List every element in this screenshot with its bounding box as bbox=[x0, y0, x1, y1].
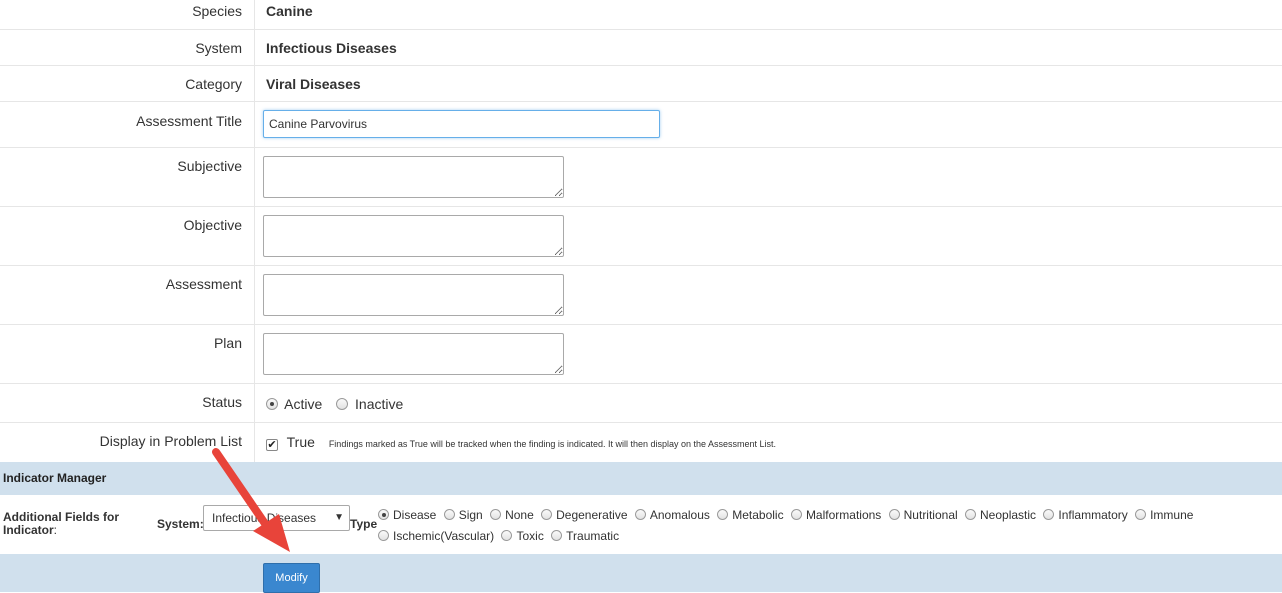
status-active-radio[interactable] bbox=[266, 398, 278, 410]
indicator-manager-header: Indicator Manager bbox=[0, 462, 1282, 495]
assessment-title-input[interactable] bbox=[263, 110, 660, 138]
form-footer: Modify bbox=[0, 554, 1282, 593]
type-neoplastic-radio[interactable] bbox=[965, 509, 977, 520]
display-true-label[interactable]: True bbox=[287, 434, 315, 450]
type-toxic-label[interactable]: Toxic bbox=[516, 529, 543, 543]
category-label: Category bbox=[0, 66, 255, 101]
type-disease-label[interactable]: Disease bbox=[393, 508, 436, 522]
subjective-row: Subjective bbox=[0, 148, 1282, 207]
system-label: System bbox=[0, 30, 255, 65]
chevron-down-icon: ▼ bbox=[334, 512, 344, 523]
type-malformations-label[interactable]: Malformations bbox=[806, 508, 881, 522]
type-nutritional-radio[interactable] bbox=[888, 509, 900, 520]
display-in-problem-list-row: Display in Problem List ✔ True Findings … bbox=[0, 423, 1282, 462]
type-none-label[interactable]: None bbox=[505, 508, 534, 522]
type-traumatic-radio[interactable] bbox=[551, 530, 563, 541]
species-label: Species bbox=[0, 0, 255, 29]
type-none-radio[interactable] bbox=[490, 509, 502, 520]
display-true-checkbox[interactable]: ✔ bbox=[266, 439, 278, 451]
indicator-system-label: System: bbox=[157, 517, 204, 531]
display-note: Findings marked as True will be tracked … bbox=[328, 439, 777, 449]
indicator-type-label: Type bbox=[350, 517, 378, 531]
additional-fields-colon: : bbox=[53, 523, 58, 537]
status-active-label[interactable]: Active bbox=[284, 396, 322, 412]
indicator-system-selected: Infectious Diseases bbox=[212, 511, 317, 525]
type-immune-radio[interactable] bbox=[1135, 509, 1147, 520]
type-disease-radio[interactable] bbox=[378, 509, 389, 520]
indicator-system-select[interactable]: Infectious Diseases ▼ bbox=[203, 505, 350, 531]
type-ischemic-radio[interactable] bbox=[378, 530, 389, 541]
subjective-label: Subjective bbox=[0, 148, 255, 206]
species-row: Species Canine bbox=[0, 0, 1282, 30]
type-sign-radio[interactable] bbox=[443, 509, 455, 520]
status-row: Status Active Inactive bbox=[0, 384, 1282, 423]
display-in-problem-list-label: Display in Problem List bbox=[0, 423, 255, 462]
type-malformations-radio[interactable] bbox=[790, 509, 802, 520]
system-row: System Infectious Diseases bbox=[0, 30, 1282, 66]
assessment-label: Assessment bbox=[0, 266, 255, 324]
category-row: Category Viral Diseases bbox=[0, 66, 1282, 102]
system-value: Infectious Diseases bbox=[266, 40, 397, 56]
type-degenerative-radio[interactable] bbox=[541, 509, 553, 520]
type-traumatic-label[interactable]: Traumatic bbox=[566, 529, 619, 543]
type-nutritional-label[interactable]: Nutritional bbox=[904, 508, 958, 522]
additional-fields-text: Additional Fields for Indicator bbox=[3, 510, 119, 537]
type-neoplastic-label[interactable]: Neoplastic bbox=[980, 508, 1036, 522]
assessment-title-row: Assessment Title bbox=[0, 102, 1282, 148]
indicator-type-options: Disease Sign None Degenerative Anomalous… bbox=[378, 505, 1238, 547]
objective-row: Objective bbox=[0, 207, 1282, 266]
subjective-textarea[interactable] bbox=[263, 156, 564, 198]
type-toxic-radio[interactable] bbox=[501, 530, 513, 541]
indicator-fields-row: Additional Fields for Indicator: System:… bbox=[0, 495, 1282, 554]
plan-row: Plan bbox=[0, 325, 1282, 384]
additional-fields-label: Additional Fields for Indicator: bbox=[3, 511, 143, 537]
plan-textarea[interactable] bbox=[263, 333, 564, 375]
type-inflammatory-label[interactable]: Inflammatory bbox=[1058, 508, 1127, 522]
assessment-title-label: Assessment Title bbox=[0, 102, 255, 147]
plan-label: Plan bbox=[0, 325, 255, 383]
status-inactive-label[interactable]: Inactive bbox=[355, 396, 403, 412]
type-anomalous-label[interactable]: Anomalous bbox=[650, 508, 710, 522]
type-immune-label[interactable]: Immune bbox=[1150, 508, 1193, 522]
species-value: Canine bbox=[266, 3, 313, 19]
objective-label: Objective bbox=[0, 207, 255, 265]
modify-button[interactable]: Modify bbox=[263, 563, 320, 593]
status-inactive-radio[interactable] bbox=[336, 398, 349, 410]
type-metabolic-label[interactable]: Metabolic bbox=[732, 508, 783, 522]
type-ischemic-label[interactable]: Ischemic(Vascular) bbox=[393, 529, 494, 543]
type-sign-label[interactable]: Sign bbox=[459, 508, 483, 522]
category-value: Viral Diseases bbox=[266, 76, 361, 92]
type-anomalous-radio[interactable] bbox=[634, 509, 646, 520]
status-label: Status bbox=[0, 384, 255, 422]
assessment-row: Assessment bbox=[0, 266, 1282, 325]
assessment-textarea[interactable] bbox=[263, 274, 564, 316]
type-metabolic-radio[interactable] bbox=[717, 509, 729, 520]
assessment-form: Species Canine System Infectious Disease… bbox=[0, 0, 1282, 462]
objective-textarea[interactable] bbox=[263, 215, 564, 257]
type-degenerative-label[interactable]: Degenerative bbox=[556, 508, 627, 522]
type-inflammatory-radio[interactable] bbox=[1043, 509, 1055, 520]
